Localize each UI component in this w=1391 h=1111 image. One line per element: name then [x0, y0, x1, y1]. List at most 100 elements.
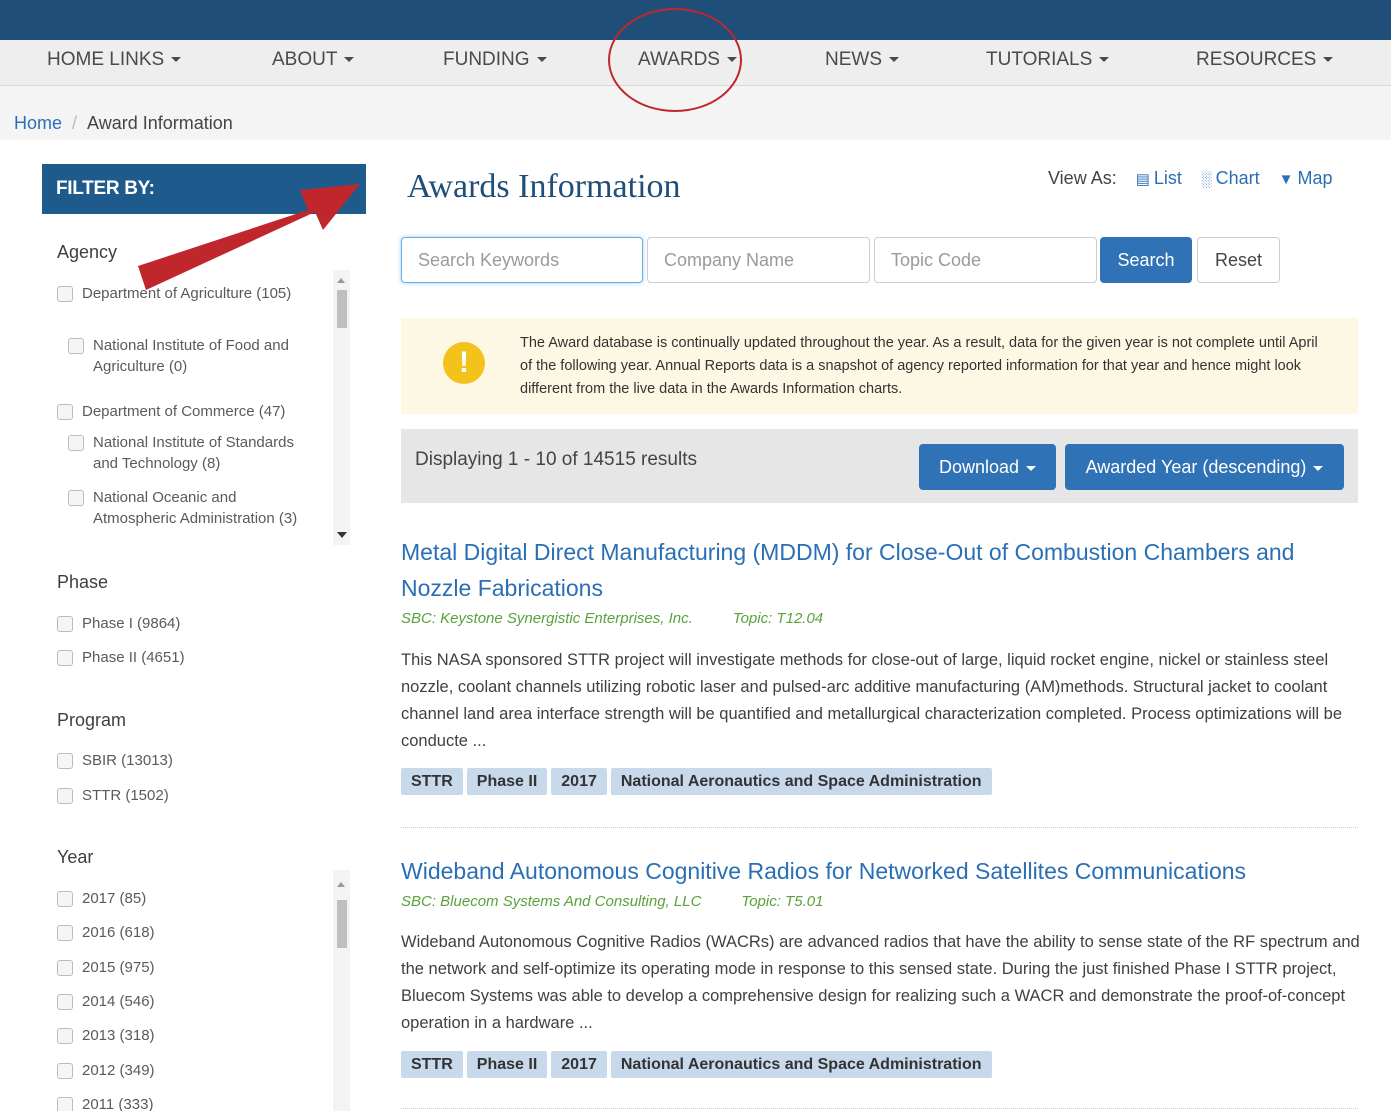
checkbox-program-sttr[interactable] — [57, 788, 73, 804]
tag-year: 2017 — [551, 1051, 607, 1078]
year-scrollbar[interactable] — [333, 870, 350, 1111]
nav-item-home-links[interactable]: HOME LINKS — [47, 40, 182, 86]
nav-item-funding[interactable]: FUNDING — [443, 40, 547, 86]
view-map-label: Map — [1297, 168, 1333, 188]
checkbox-year-2011[interactable] — [57, 1097, 73, 1111]
info-alert: ! The Award database is continually upda… — [401, 318, 1358, 414]
award-tags: STTR Phase II 2017 National Aeronautics and… — [401, 768, 996, 796]
nav-item-tutorials[interactable]: TUTORIALS — [986, 40, 1110, 86]
annotation-circle — [608, 8, 742, 112]
bar-chart-icon: ░ — [1200, 171, 1212, 188]
award-title-link[interactable]: Wideband Autonomous Cognitive Radios for… — [401, 853, 1351, 889]
reset-button[interactable]: Reset — [1197, 237, 1280, 283]
checkbox-agency-nist[interactable] — [68, 435, 84, 451]
checkbox-year-2017[interactable] — [57, 891, 73, 907]
search-button[interactable]: Search — [1100, 237, 1192, 283]
award-topic: Topic: T12.04 — [732, 610, 824, 627]
topic-code-input[interactable] — [874, 237, 1097, 283]
award-description: Wideband Autonomous Cognitive Radios (WA… — [401, 933, 1360, 1032]
checkbox-label: SBIR (13013) — [82, 752, 173, 769]
filter-group-program-title: Program — [57, 710, 127, 730]
search-keywords-input[interactable] — [401, 237, 643, 283]
scroll-up-arrow-icon[interactable] — [337, 882, 345, 887]
download-button[interactable]: Download — [919, 444, 1056, 490]
view-list-label: List — [1153, 168, 1182, 188]
download-label: Download — [938, 457, 1020, 477]
checkbox-year-2016[interactable] — [57, 925, 73, 941]
list-icon: ▤ — [1135, 171, 1150, 188]
alert-text: The Award database is continually update… — [520, 335, 1318, 397]
view-map-link[interactable]: ▼ Map — [1279, 168, 1333, 188]
checkbox-agency-noaa[interactable] — [68, 490, 84, 506]
map-marker-icon: ▼ — [1278, 171, 1294, 188]
filter-group-year-title: Year — [57, 847, 94, 867]
scroll-down-arrow-icon[interactable] — [337, 532, 347, 538]
caret-down-icon — [1323, 57, 1334, 63]
page: HOME LINKS ABOUT FUNDING AWARDS NEWS TUT… — [0, 8, 1391, 1111]
checkbox-agency-commerce[interactable] — [57, 404, 73, 420]
caret-down-icon — [171, 57, 182, 63]
award-title-link[interactable]: Metal Digital Direct Manufacturing (MDDM… — [401, 534, 1351, 606]
checkbox-label: National Institute of Food and Agricultu… — [93, 337, 289, 375]
exclamation-icon: ! — [443, 342, 485, 384]
annotation-arrow-icon — [138, 184, 360, 290]
view-as-label: View As: — [1048, 168, 1117, 188]
checkbox-label: 2011 (333) — [82, 1096, 154, 1111]
view-as-bar: View As: ▤ List ░ Chart ▼ Map — [1048, 168, 1333, 189]
breadcrumb-current: Award Information — [87, 113, 233, 133]
checkbox-label: 2014 (546) — [82, 993, 155, 1010]
checkbox-label: 2012 (349) — [82, 1062, 155, 1079]
tag-agency: National Aeronautics and Space Administr… — [610, 768, 992, 795]
award-sbc: SBC: Bluecom Systems And Consulting, LLC — [401, 893, 702, 910]
nav-label: HOME LINKS — [47, 49, 165, 70]
checkbox-year-2013[interactable] — [57, 1028, 73, 1044]
award-divider — [401, 827, 1358, 828]
caret-down-icon — [1313, 465, 1324, 471]
award-tags: STTR Phase II 2017 National Aeronautics and… — [401, 1051, 996, 1079]
filter-group-phase-title: Phase — [57, 572, 109, 592]
caret-down-icon — [344, 57, 355, 63]
tag-phase: Phase II — [466, 1051, 548, 1078]
checkbox-phase-2[interactable] — [57, 650, 73, 666]
checkbox-label: 2016 (618) — [82, 924, 155, 941]
award-meta: SBC: Keystone Synergistic Enterprises, I… — [401, 610, 823, 627]
checkbox-phase-1[interactable] — [57, 616, 73, 632]
checkbox-label: 2017 (85) — [82, 890, 147, 907]
award-sbc: SBC: Keystone Synergistic Enterprises, I… — [401, 610, 693, 627]
checkbox-label: National Institute of Standards and Tech… — [93, 434, 294, 472]
results-bar: Displaying 1 - 10 of 14515 results Downl… — [401, 429, 1358, 503]
sort-dropdown-button[interactable]: Awarded Year (descending) — [1065, 444, 1344, 490]
checkbox-label: Department of Commerce (47) — [82, 403, 286, 420]
caret-down-icon — [889, 57, 899, 63]
nav-item-news[interactable]: NEWS — [825, 40, 899, 86]
agency-scrollbar[interactable] — [333, 270, 350, 545]
results-count: Displaying 1 - 10 of 14515 results — [415, 449, 697, 470]
view-chart-link[interactable]: ░ Chart — [1201, 168, 1260, 188]
breadcrumb-separator: / — [72, 113, 78, 133]
breadcrumb-home-link[interactable]: Home — [14, 113, 62, 133]
caret-down-icon — [1026, 465, 1037, 471]
nav-label: ABOUT — [272, 49, 338, 70]
checkbox-label: 2015 (975) — [82, 959, 155, 976]
checkbox-year-2014[interactable] — [57, 994, 73, 1010]
checkbox-agency-agriculture[interactable] — [57, 286, 73, 302]
tag-program: STTR — [401, 768, 463, 795]
checkbox-label: Phase I (9864) — [82, 615, 181, 632]
filter-group-agency-title: Agency — [57, 242, 118, 262]
checkbox-year-2015[interactable] — [57, 960, 73, 976]
nav-label: TUTORIALS — [986, 49, 1093, 70]
caret-down-icon — [1099, 57, 1110, 63]
view-list-link[interactable]: ▤ List — [1136, 168, 1182, 188]
tag-agency: National Aeronautics and Space Administr… — [610, 1051, 992, 1078]
nav-item-resources[interactable]: RESOURCES — [1196, 40, 1334, 86]
checkbox-agency-nifa[interactable] — [68, 338, 84, 354]
checkbox-label: Phase II (4651) — [82, 649, 185, 666]
tag-year: 2017 — [551, 768, 607, 795]
checkbox-program-sbir[interactable] — [57, 753, 73, 769]
nav-item-about[interactable]: ABOUT — [272, 40, 355, 86]
page-title: Awards Information — [407, 168, 681, 205]
award-description: This NASA sponsored STTR project will in… — [401, 651, 1343, 750]
scroll-thumb[interactable] — [337, 900, 347, 948]
company-name-input[interactable] — [647, 237, 870, 283]
checkbox-year-2012[interactable] — [57, 1063, 73, 1079]
